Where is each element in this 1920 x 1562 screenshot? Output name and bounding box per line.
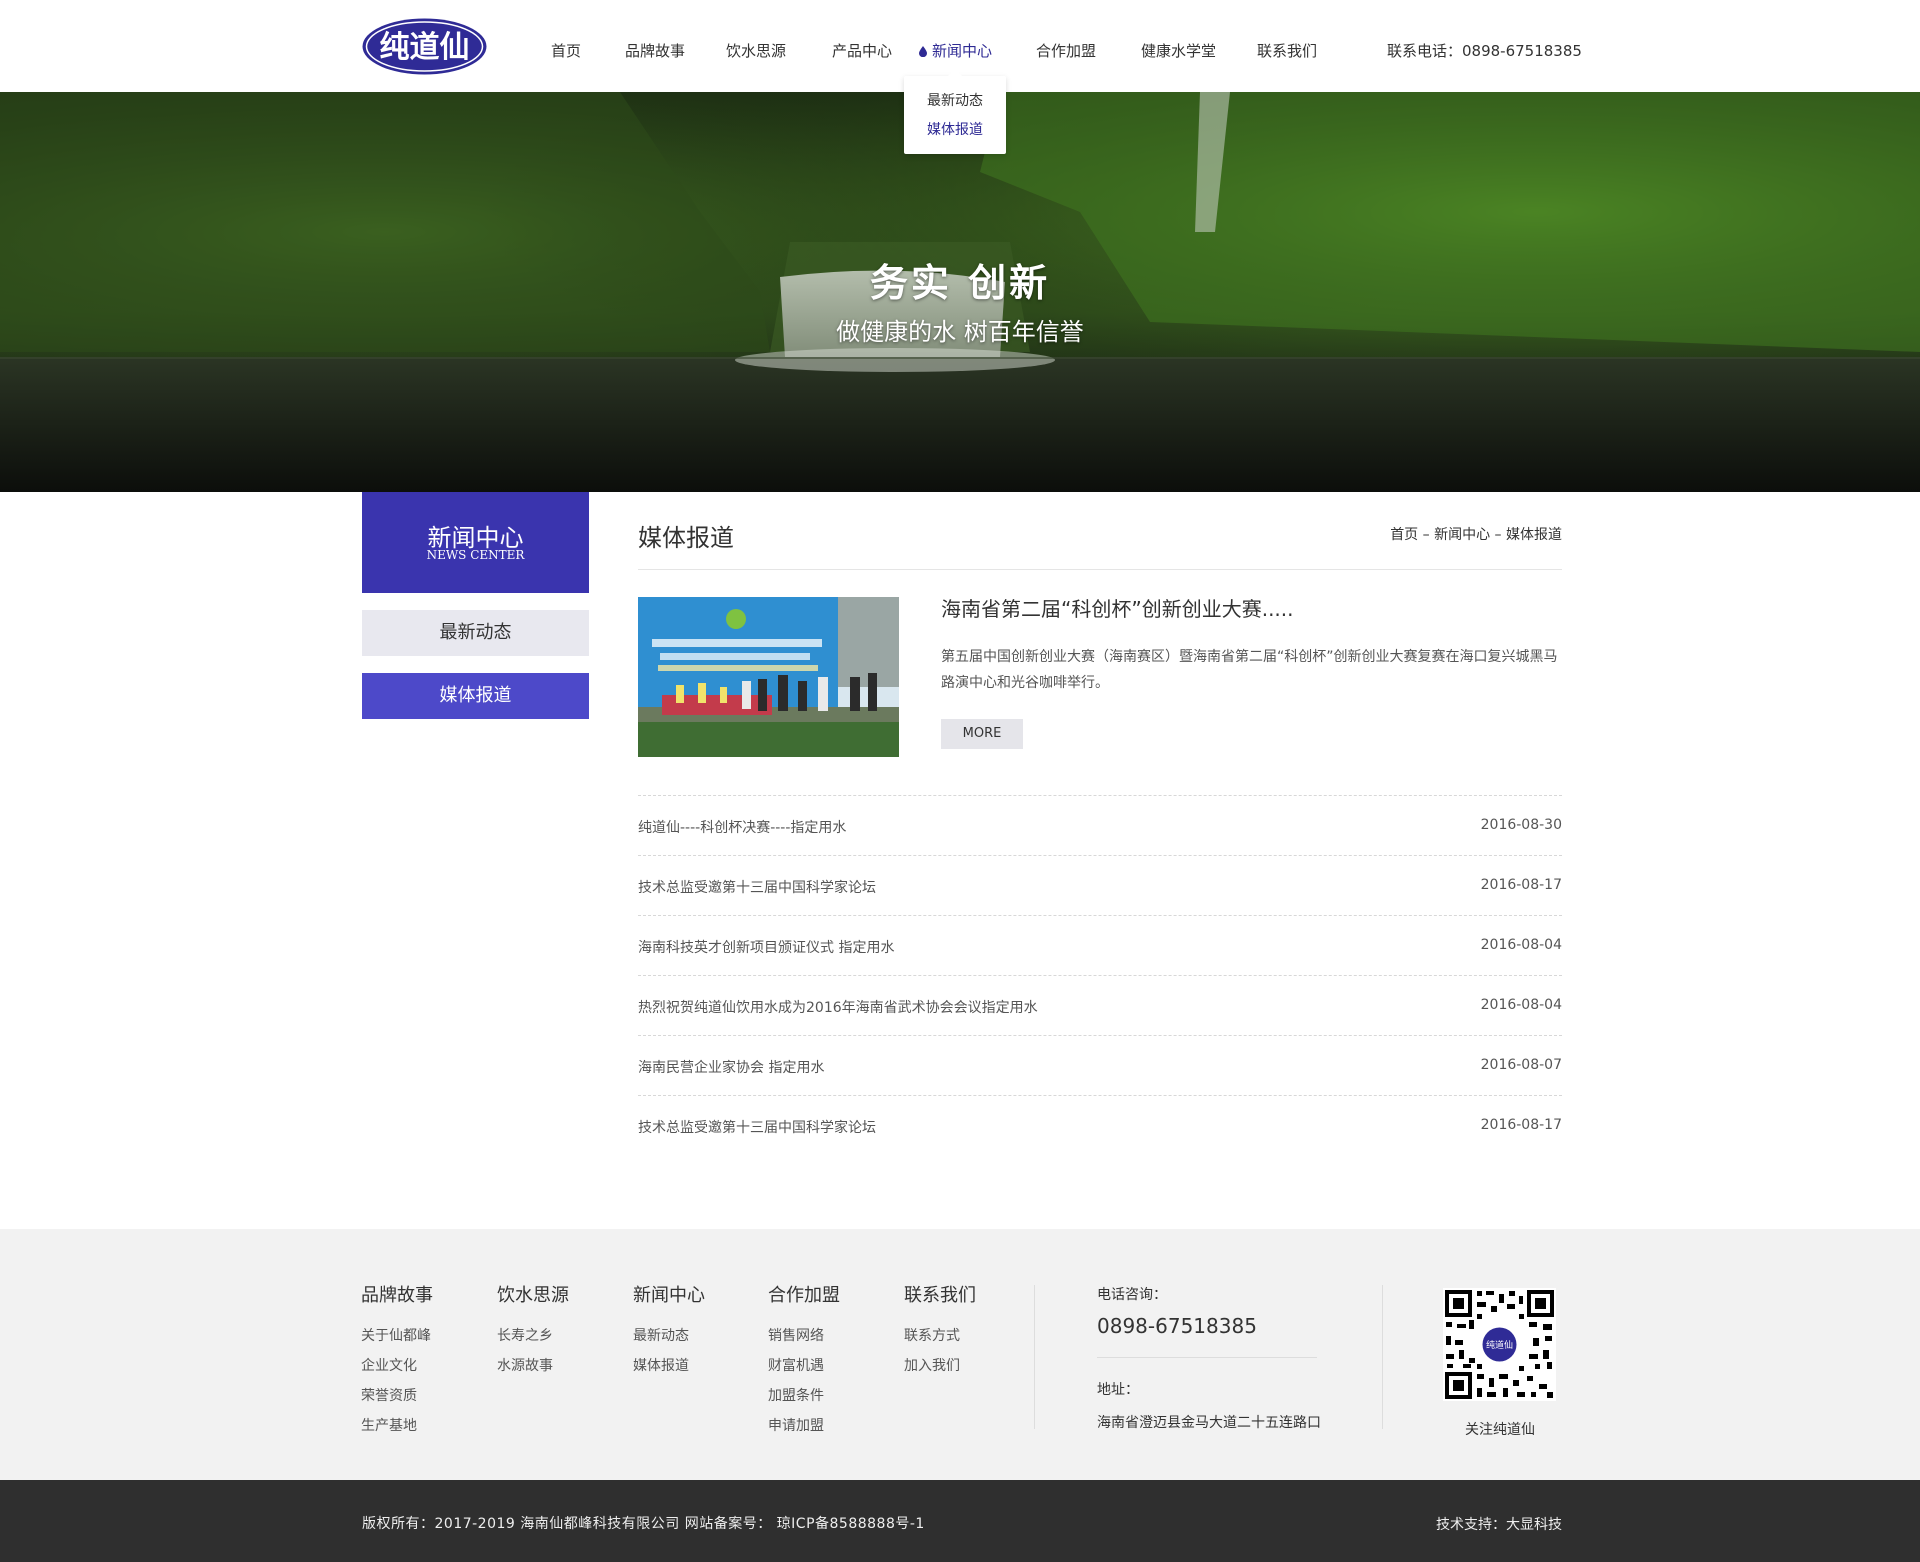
site-footer: 品牌故事 关于仙都峰 企业文化 荣誉资质 生产基地 饮水思源 长寿之乡 水源故事… [0,1229,1920,1480]
dropdown-item-media[interactable]: 媒体报道 [904,119,1006,139]
nav-contact[interactable]: 联系我们 [1257,40,1317,61]
footer-column-title[interactable]: 合作加盟 [768,1281,840,1307]
footer-link[interactable]: 生产基地 [361,1411,433,1441]
footer-column-title[interactable]: 品牌故事 [361,1281,433,1307]
footer-column-contact: 联系我们 联系方式 加入我们 [904,1281,976,1381]
news-date: 2016-08-17 [1480,877,1562,893]
footer-phone: 0898-67518385 [1097,1314,1257,1338]
water-drop-icon [919,46,927,57]
list-item[interactable]: 技术总监受邀第十三届中国科学家论坛 2016-08-17 [638,1095,1562,1155]
footer-link[interactable]: 最新动态 [633,1321,705,1351]
event-photo [638,597,899,757]
nav-brand-story[interactable]: 品牌故事 [625,40,685,61]
footer-column-news: 新闻中心 最新动态 媒体报道 [633,1281,705,1381]
tech-support-text: 技术支持：大显科技 [1436,1517,1562,1533]
copyright-text: 版权所有：2017-2019 海南仙都峰科技有限公司 网站备案号： 琼ICP备8… [362,1516,925,1532]
footer-link[interactable]: 财富机遇 [768,1351,840,1381]
page: 纯道仙 首页 品牌故事 饮水思源 产品中心 新闻中心 合作加盟 健康水学堂 联系… [0,0,1920,1562]
footer-divider [1097,1357,1317,1358]
list-item[interactable]: 海南民营企业家协会 指定用水 2016-08-07 [638,1035,1562,1095]
list-item[interactable]: 纯道仙----科创杯决赛----指定用水 2016-08-30 [638,795,1562,855]
footer-column-franchise: 合作加盟 销售网络 财富机遇 加盟条件 申请加盟 [768,1281,840,1441]
nav-water-school[interactable]: 健康水学堂 [1141,40,1216,61]
qr-logo-text: 纯道仙 [1486,1339,1513,1351]
feature-description: 第五届中国创新创业大赛（海南赛区）暨海南省第二届“科创杯”创新创业大赛复赛在海口… [941,649,1558,691]
feature-title[interactable]: 海南省第二届“科创杯”创新创业大赛..... [941,593,1294,622]
list-item[interactable]: 技术总监受邀第十三届中国科学家论坛 2016-08-17 [638,855,1562,915]
news-title[interactable]: 海南科技英才创新项目颁证仪式 指定用水 [638,937,894,957]
footer-address-label: 地址： [1097,1382,1139,1398]
qr-code: 纯道仙 [1443,1288,1556,1401]
footer-link[interactable]: 媒体报道 [633,1351,705,1381]
divider [638,569,1562,570]
news-title[interactable]: 海南民营企业家协会 指定用水 [638,1057,824,1077]
nav-news-center[interactable]: 新闻中心 [919,40,992,61]
more-button[interactable]: MORE [941,719,1023,749]
footer-link[interactable]: 申请加盟 [768,1411,840,1441]
banner-title: 务实 创新 [869,261,1051,305]
logo[interactable]: 纯道仙 [361,17,488,76]
sidebar-item-media[interactable]: 媒体报道 [362,673,589,719]
news-title[interactable]: 热烈祝贺纯道仙饮用水成为2016年海南省武术协会会议指定用水 [638,997,1038,1017]
list-item[interactable]: 海南科技英才创新项目颁证仪式 指定用水 2016-08-04 [638,915,1562,975]
news-title[interactable]: 技术总监受邀第十三届中国科学家论坛 [638,877,876,897]
copyright-bar: 版权所有：2017-2019 海南仙都峰科技有限公司 网站备案号： 琼ICP备8… [0,1480,1920,1562]
news-dropdown: 最新动态 媒体报道 [904,69,1006,154]
footer-column-title[interactable]: 联系我们 [904,1281,976,1307]
nav-news-center-label: 新闻中心 [932,42,993,60]
footer-column-title[interactable]: 新闻中心 [633,1281,705,1307]
news-date: 2016-08-04 [1480,937,1562,953]
footer-column-title[interactable]: 饮水思源 [497,1281,569,1307]
logo-text: 纯道仙 [380,30,470,65]
news-date: 2016-08-07 [1480,1057,1562,1073]
nav-water-source[interactable]: 饮水思源 [726,40,786,61]
breadcrumb[interactable]: 首页 – 新闻中心 – 媒体报道 [1300,524,1562,544]
sidebar-item-latest[interactable]: 最新动态 [362,610,589,656]
footer-phone-label: 电话咨询： [1097,1287,1167,1303]
footer-link[interactable]: 企业文化 [361,1351,433,1381]
footer-link[interactable]: 关于仙都峰 [361,1321,433,1351]
page-title: 媒体报道 [638,524,734,552]
sidebar-header: 新闻中心 NEWS CENTER [362,492,589,593]
header-phone: 联系电话：0898-67518385 [1387,42,1582,60]
footer-link[interactable]: 销售网络 [768,1321,840,1351]
footer-column-brand: 品牌故事 关于仙都峰 企业文化 荣誉资质 生产基地 [361,1281,433,1441]
banner-subtitle: 做健康的水 树百年信誉 [836,318,1084,346]
nav-products[interactable]: 产品中心 [832,40,892,61]
footer-link[interactable]: 水源故事 [497,1351,569,1381]
dropdown-item-latest[interactable]: 最新动态 [904,90,1006,110]
news-title[interactable]: 纯道仙----科创杯决赛----指定用水 [638,817,846,837]
footer-divider [1034,1285,1035,1429]
news-date: 2016-08-04 [1480,997,1562,1013]
footer-column-water: 饮水思源 长寿之乡 水源故事 [497,1281,569,1381]
footer-address: 海南省澄迈县金马大道二十五连路口 [1097,1415,1321,1431]
news-date: 2016-08-30 [1480,817,1562,833]
footer-link[interactable]: 加盟条件 [768,1381,840,1411]
feature-image[interactable] [638,597,899,757]
sidebar-subtitle: NEWS CENTER [426,548,525,562]
news-date: 2016-08-17 [1480,1117,1562,1133]
footer-link[interactable]: 加入我们 [904,1351,976,1381]
qr-caption: 关注纯道仙 [1465,1422,1535,1438]
footer-divider [1382,1285,1383,1429]
news-title[interactable]: 技术总监受邀第十三届中国科学家论坛 [638,1117,876,1137]
nav-franchise[interactable]: 合作加盟 [1036,40,1096,61]
list-item[interactable]: 热烈祝贺纯道仙饮用水成为2016年海南省武术协会会议指定用水 2016-08-0… [638,975,1562,1035]
nav-home[interactable]: 首页 [551,40,581,61]
footer-link[interactable]: 长寿之乡 [497,1321,569,1351]
footer-link[interactable]: 联系方式 [904,1321,976,1351]
dropdown-arrow [948,69,962,76]
footer-link[interactable]: 荣誉资质 [361,1381,433,1411]
